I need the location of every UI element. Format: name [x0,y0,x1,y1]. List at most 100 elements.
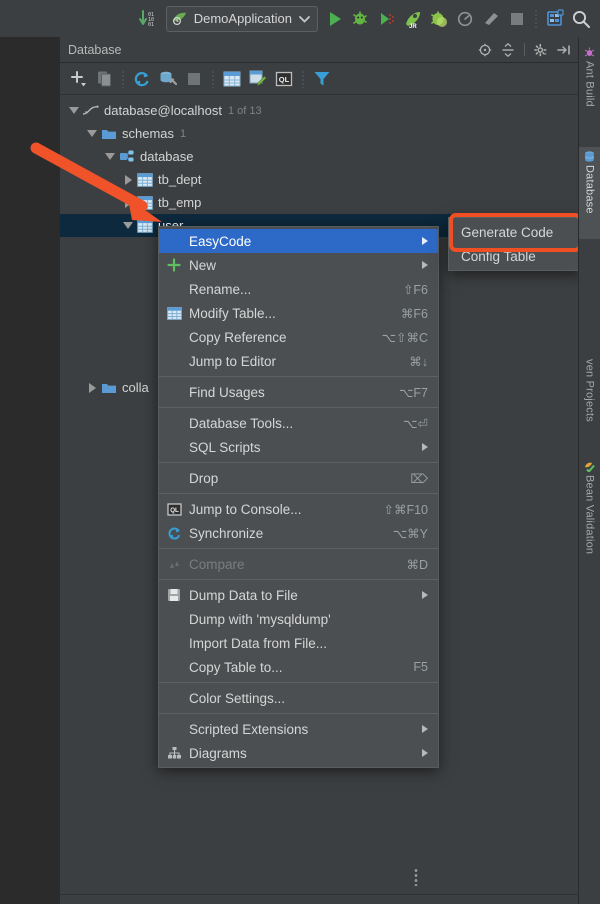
tool-window-label: Ant Build [584,61,596,107]
run-configuration-selector[interactable]: DemoApplication [166,6,318,32]
table-icon[interactable] [220,67,244,91]
chevron-down-icon[interactable] [102,149,118,165]
menu-item-compare[interactable]: Compare⌘D [159,552,438,576]
funnel-icon[interactable] [310,67,334,91]
separator-3 [159,462,438,463]
svg-text:JR: JR [409,24,417,29]
target-icon[interactable] [478,43,492,57]
menu-item-diagrams[interactable]: Diagrams [159,741,438,765]
chevron-right-icon[interactable] [84,380,100,396]
menu-item-shortcut: ⇧F6 [403,282,428,297]
chevron-down-icon[interactable] [66,103,82,119]
main-toolbar: 01 10 01 DemoApplication [0,0,600,38]
debug-button[interactable] [348,6,374,32]
chevron-down-icon[interactable] [120,218,136,234]
mysql-icon [82,102,99,119]
update-binary-button[interactable]: 01 10 01 [136,6,162,32]
db-wrench-icon[interactable] [156,67,180,91]
monitor-button[interactable] [452,6,478,32]
tool-window-database[interactable]: Database [579,147,600,239]
context-menu: EasyCodeNewRename...⇧F6Modify Table...⌘F… [158,226,439,768]
copy-icon[interactable] [92,67,116,91]
tree-node-label: tb_emp [158,195,201,210]
sync-icon[interactable] [130,67,154,91]
chevron-right-icon[interactable] [120,195,136,211]
submenu-item-config-table[interactable]: Config Table [449,244,581,268]
node-database[interactable]: database [60,145,579,168]
modify-table-icon[interactable] [246,67,270,91]
tool-window-label: Database [584,165,596,214]
menu-item-scripted-extensions[interactable]: Scripted Extensions [159,717,438,741]
submenu-arrow-icon [422,725,428,733]
node-schemas[interactable]: schemas1 [60,122,579,145]
menu-item-dump-mysqldump[interactable]: Dump with 'mysqldump' [159,607,438,631]
tool-window-bean-validation[interactable]: Bean Validation [579,457,600,581]
diagram-icon [165,744,183,762]
menu-item-modify-table[interactable]: Modify Table...⌘F6 [159,301,438,325]
run-button[interactable] [322,6,348,32]
menu-item-jump-to-editor[interactable]: Jump to Editor⌘↓ [159,349,438,373]
menu-item-easycode[interactable]: EasyCode [159,229,438,253]
gear-icon[interactable] [534,43,548,57]
menu-item-database-tools[interactable]: Database Tools...⌥⏎ [159,411,438,435]
chevron-right-icon[interactable] [120,172,136,188]
menu-item-color-settings[interactable]: Color Settings... [159,686,438,710]
submenu-item-generate-code[interactable]: Generate Code [449,220,581,244]
submenu-arrow-icon [422,749,428,757]
menu-item-label: SQL Scripts [189,440,408,455]
node-database-localhost[interactable]: database@localhost1 of 13 [60,99,579,122]
add-data-source-button[interactable] [66,67,90,91]
node-tb-emp[interactable]: tb_emp [60,191,579,214]
separator-1 [159,376,438,377]
stop-square-icon[interactable] [182,67,206,91]
search-everywhere-button[interactable] [568,6,594,32]
database-header-actions [478,43,571,57]
menu-item-no-icon [165,280,183,298]
menu-item-jump-to-console[interactable]: QLJump to Console...⇧⌘F10 [159,497,438,521]
menu-item-no-icon [165,414,183,432]
collapse-icon[interactable] [501,43,515,57]
menu-item-find-usages[interactable]: Find Usages⌥F7 [159,380,438,404]
hammer-button[interactable] [478,6,504,32]
floppy-icon [165,586,183,604]
menu-item-new[interactable]: New [159,253,438,277]
submenu-arrow-icon [422,237,428,245]
menu-item-label: Diagrams [189,746,408,761]
menu-item-dump-data-to-file[interactable]: Dump Data to File [159,583,438,607]
chevron-down-icon[interactable] [297,12,311,26]
ql-console-icon[interactable]: QL [272,67,296,91]
tool-window-ant-build[interactable]: Ant Build [579,43,600,129]
separator-2 [159,407,438,408]
right-tool-window-bar: Ant Build Database ven Projects Bean Valida… [578,37,600,904]
stop-button[interactable] [504,6,530,32]
menu-item-label: Synchronize [189,526,375,541]
submenu-arrow-icon [422,443,428,451]
attach-debugger-button[interactable] [426,6,452,32]
run-coverage-button[interactable] [374,6,400,32]
toolbar-separator [535,9,537,29]
menu-item-rename[interactable]: Rename...⇧F6 [159,277,438,301]
menu-item-label: Find Usages [189,385,381,400]
menu-item-drop[interactable]: Drop⌦ [159,466,438,490]
node-tb-dept[interactable]: tb_dept [60,168,579,191]
bottom-drag-handle[interactable] [414,868,418,886]
profile-button[interactable]: JR [400,6,426,32]
stop-square-icon [504,6,530,32]
separator-4 [159,493,438,494]
tree-node-label: database@localhost [104,103,222,118]
horizontal-splitter[interactable] [60,894,579,895]
menu-item-no-icon [165,469,183,487]
menu-item-label: Drop [189,471,392,486]
tree-node-label: schemas [122,126,174,141]
menu-item-synchronize[interactable]: Synchronize⌥⌘Y [159,521,438,545]
menu-item-sql-scripts[interactable]: SQL Scripts [159,435,438,459]
layout-button[interactable] [542,6,568,32]
menu-item-copy-reference[interactable]: Copy Reference⌥⇧⌘C [159,325,438,349]
gauge-icon [452,6,478,32]
hide-panel-icon[interactable] [557,43,571,57]
menu-item-import-data[interactable]: Import Data from File... [159,631,438,655]
chevron-down-icon[interactable] [84,126,100,142]
menu-item-copy-table-to[interactable]: Copy Table to...F5 [159,655,438,679]
run-coverage-icon [374,6,400,32]
tool-window-maven-projects[interactable]: ven Projects [579,355,600,441]
